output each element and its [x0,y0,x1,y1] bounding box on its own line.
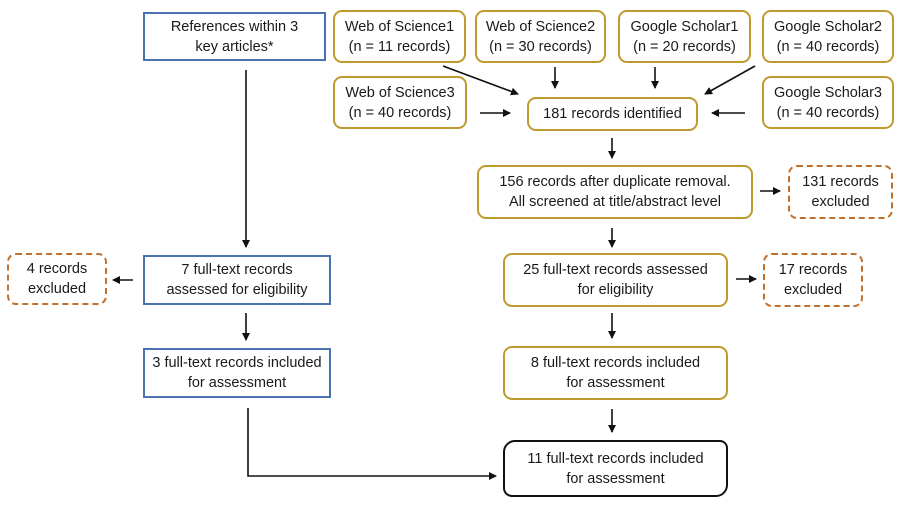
google-scholar-3-box: Google Scholar3 (n = 40 records) [762,76,894,129]
references-box: References within 3 key articles* [143,12,326,61]
google-scholar-1-box: Google Scholar1 (n = 20 records) [618,10,751,63]
web-of-science-1-box: Web of Science1 (n = 11 records) [333,10,466,63]
excluded-4-box: 4 records excluded [7,253,107,305]
excluded-17-box: 17 records excluded [763,253,863,307]
records-identified-box: 181 records identified [527,97,698,131]
reference-included-box: 3 full-text records included for assessme… [143,348,331,398]
arrow-gs2-identified [704,65,756,95]
total-included-box: 11 full-text records included for assessm… [503,440,728,497]
web-of-science-3-box: Web of Science3 (n = 40 records) [333,76,467,129]
database-included-box: 8 full-text records included for assessme… [503,346,728,400]
database-assessed-box: 25 full-text records assessed for eligibi… [503,253,728,307]
reference-assessed-box: 7 full-text records assessed for eligibil… [143,255,331,305]
duplicate-removal-box: 156 records after duplicate removal. All … [477,165,753,219]
google-scholar-2-box: Google Scholar2 (n = 40 records) [762,10,894,63]
arrow-refincluded-total [247,408,497,480]
excluded-131-box: 131 records excluded [788,165,893,219]
web-of-science-2-box: Web of Science2 (n = 30 records) [475,10,606,63]
